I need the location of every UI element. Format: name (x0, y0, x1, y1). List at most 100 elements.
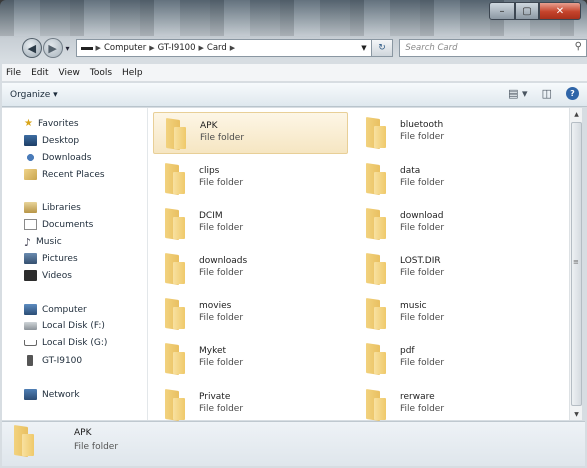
folder-item[interactable]: music File folder (354, 293, 549, 335)
nav-music[interactable]: ♪ Music (24, 236, 62, 249)
address-dropdown-icon[interactable]: ▼ (361, 44, 366, 52)
address-bar[interactable]: ▶ Computer ▶ GT-I9100 ▶ Card ▶ ▼ (75, 39, 372, 57)
content-area: ★ Favorites Desktop Downloads Recent Pla… (2, 108, 582, 420)
folder-icon (364, 116, 388, 150)
help-icon[interactable]: ? (566, 87, 579, 100)
folder-name: clips (199, 166, 220, 176)
nav-downloads[interactable]: Downloads (24, 152, 91, 163)
menu-bar: File Edit View Tools Help (2, 64, 587, 82)
details-pane: APK File folder (2, 421, 585, 466)
folder-type: File folder (400, 358, 445, 368)
folder-type: File folder (400, 404, 445, 414)
preview-pane-icon[interactable]: ◫ (542, 87, 552, 100)
folder-item[interactable]: pdf File folder (354, 338, 549, 380)
forward-arrow-icon: ▶ (48, 41, 57, 55)
nav-pictures[interactable]: Pictures (24, 253, 78, 264)
menu-tools[interactable]: Tools (90, 68, 112, 78)
folder-icon (163, 342, 187, 376)
organize-button[interactable]: Organize ▾ (10, 90, 58, 100)
folder-item[interactable]: download File folder (354, 203, 549, 245)
search-input[interactable]: Search Card ⚲ (399, 39, 587, 57)
command-bar: Organize ▾ ▤ ▾ ◫ ? (2, 83, 587, 107)
folder-name: bluetooth (400, 120, 444, 130)
chevron-right-icon[interactable]: ▶ (149, 44, 154, 52)
nav-recent-places[interactable]: Recent Places (24, 169, 105, 180)
nav-label: Favorites (37, 118, 79, 129)
folder-item[interactable]: data File folder (354, 158, 549, 200)
folder-icon (364, 162, 388, 196)
nav-label: Documents (42, 219, 94, 230)
nav-label: Local Disk (G:) (42, 338, 108, 348)
folder-name: rerware (400, 392, 435, 402)
folder-item[interactable]: downloads File folder (153, 248, 348, 290)
nav-videos[interactable]: Videos (24, 270, 72, 281)
breadcrumb-card[interactable]: Card (207, 43, 227, 53)
minimize-button[interactable]: – (489, 2, 515, 20)
refresh-button[interactable]: ↻ (371, 39, 394, 57)
forward-button[interactable]: ▶ (42, 38, 63, 58)
folder-item[interactable]: LOST.DIR File folder (354, 248, 549, 290)
scroll-down-icon[interactable]: ▼ (570, 408, 583, 420)
folder-type: File folder (199, 178, 244, 188)
folder-icon (364, 252, 388, 286)
computer-icon (24, 304, 37, 315)
nav-label: Network (42, 389, 80, 400)
back-button[interactable]: ◀ (22, 38, 42, 58)
folder-name: music (400, 301, 427, 311)
music-icon: ♪ (24, 236, 32, 249)
folder-item[interactable]: rerware File folder (354, 384, 549, 426)
nav-local-disk-g[interactable]: Local Disk (G:) (24, 338, 107, 348)
folder-icon (364, 207, 388, 241)
folder-type: File folder (199, 404, 244, 414)
nav-device[interactable]: GT-I9100 (24, 355, 82, 366)
nav-favorites[interactable]: ★ Favorites (24, 118, 79, 129)
folder-item[interactable]: Myket File folder (153, 338, 348, 380)
menu-edit[interactable]: Edit (31, 68, 48, 78)
nav-network[interactable]: Network (24, 389, 80, 400)
breadcrumb-computer[interactable]: Computer (104, 43, 146, 53)
search-icon[interactable]: ⚲ (575, 41, 582, 52)
nav-label: Libraries (42, 202, 81, 213)
folder-icon (12, 424, 36, 458)
chevron-right-icon[interactable]: ▶ (230, 44, 235, 52)
nav-libraries[interactable]: Libraries (24, 202, 81, 213)
folder-item[interactable]: DCIM File folder (153, 203, 348, 245)
folder-name: Myket (199, 346, 227, 356)
folder-item[interactable]: bluetooth File folder (354, 112, 549, 154)
folder-icon (163, 252, 187, 286)
breadcrumb-device[interactable]: GT-I9100 (158, 43, 196, 53)
folder-item[interactable]: movies File folder (153, 293, 348, 335)
file-list: APK File folder bluetooth File folder clip… (149, 108, 569, 420)
drive-icon (24, 322, 37, 330)
folder-type: File folder (400, 223, 445, 233)
nav-desktop[interactable]: Desktop (24, 135, 79, 146)
chevron-right-icon[interactable]: ▶ (96, 44, 101, 52)
nav-documents[interactable]: Documents (24, 219, 93, 230)
folder-icon (364, 297, 388, 331)
nav-label: Videos (42, 270, 72, 281)
folder-icon (163, 162, 187, 196)
chevron-right-icon[interactable]: ▶ (199, 44, 204, 52)
star-icon: ★ (24, 118, 33, 129)
nav-computer[interactable]: Computer (24, 304, 87, 315)
downloads-icon (24, 152, 37, 163)
folder-type: File folder (400, 178, 445, 188)
folder-type: File folder (199, 268, 244, 278)
nav-label: Music (36, 236, 62, 247)
scroll-up-icon[interactable]: ▲ (570, 108, 583, 120)
folder-item[interactable]: Private File folder (153, 384, 348, 426)
nav-label: Downloads (42, 152, 92, 163)
change-view-icon[interactable]: ▤ ▾ (508, 87, 527, 100)
menu-file[interactable]: File (6, 68, 21, 78)
folder-icon (163, 207, 187, 241)
videos-icon (24, 270, 37, 281)
folder-item[interactable]: clips File folder (153, 158, 348, 200)
vertical-scrollbar[interactable]: ▲ ≡ ▼ (569, 108, 582, 420)
close-button[interactable]: ✕ (539, 2, 581, 20)
folder-item[interactable]: APK File folder (153, 112, 348, 154)
menu-view[interactable]: View (59, 68, 80, 78)
menu-help[interactable]: Help (122, 68, 143, 78)
nav-local-disk-f[interactable]: Local Disk (F:) (24, 321, 105, 331)
maximize-button[interactable]: ▢ (515, 2, 539, 20)
history-dropdown-icon[interactable]: ▾ (66, 44, 70, 53)
